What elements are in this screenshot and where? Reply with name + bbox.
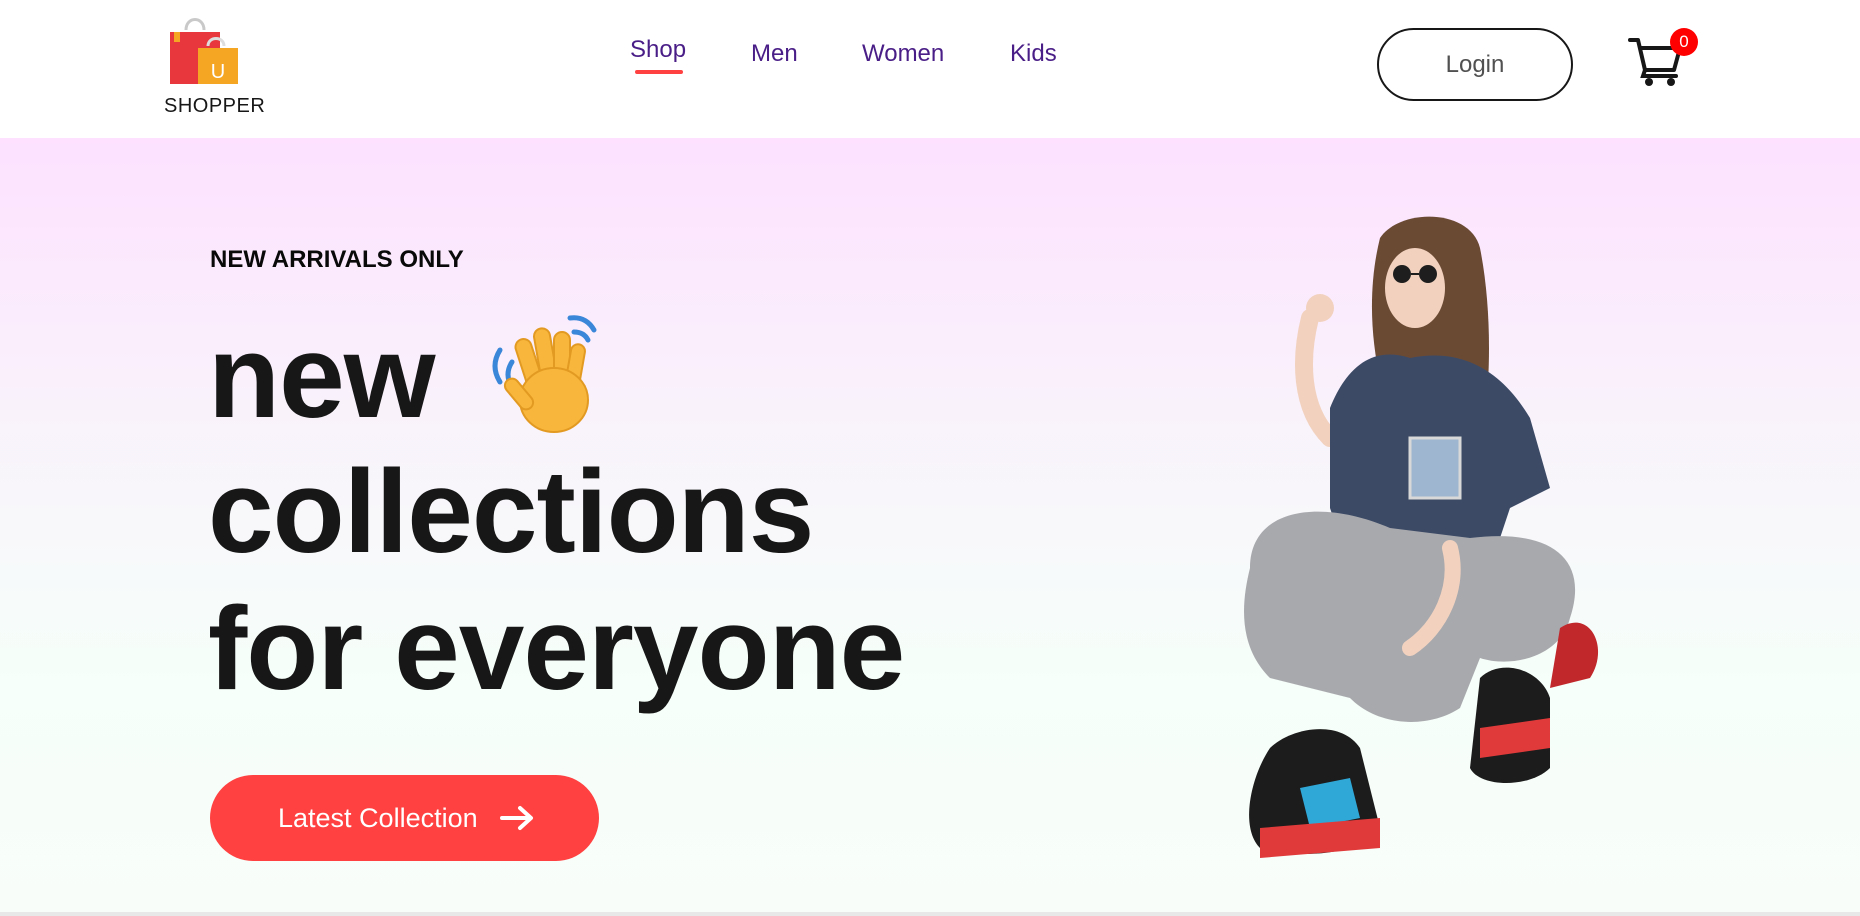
hero-headline-line-1: new [208,311,435,443]
nav-item-kids-label: Kids [1010,40,1057,67]
nav-item-women[interactable]: Women [862,40,944,68]
latest-collection-label: Latest Collection [278,803,478,833]
hero-headline-line-3: for everyone [208,583,905,715]
nav-item-shop[interactable]: Shop [630,36,687,74]
login-button[interactable]: Login [1377,28,1573,101]
latest-collection-button[interactable]: Latest Collection [210,775,599,861]
nav-item-kids[interactable]: Kids [1010,40,1057,68]
hero-headline-line-2: collections [208,446,814,578]
navbar: U SHOPPER Shop Men Women Kids Login 0 [0,0,1860,138]
hero-section: NEW ARRIVALS ONLY new collections for ev… [0,138,1860,914]
cart-count-badge: 0 [1670,28,1698,56]
hero-kicker: NEW ARRIVALS ONLY [210,246,464,273]
nav-item-men-label: Men [751,40,798,67]
arrow-right-icon [500,806,533,830]
nav-item-shop-label: Shop [630,36,687,63]
page-divider [0,912,1860,916]
shopping-bags-icon: U [170,18,238,84]
hero-model-image [1244,216,1599,858]
waving-hand-icon [492,315,597,433]
active-nav-underline [635,70,683,74]
nav-item-women-label: Women [862,40,945,67]
brand-name: SHOPPER [164,95,266,117]
nav-item-men[interactable]: Men [751,40,798,68]
brand-logo[interactable]: U SHOPPER [160,12,270,122]
logo-letter: U [211,61,225,83]
